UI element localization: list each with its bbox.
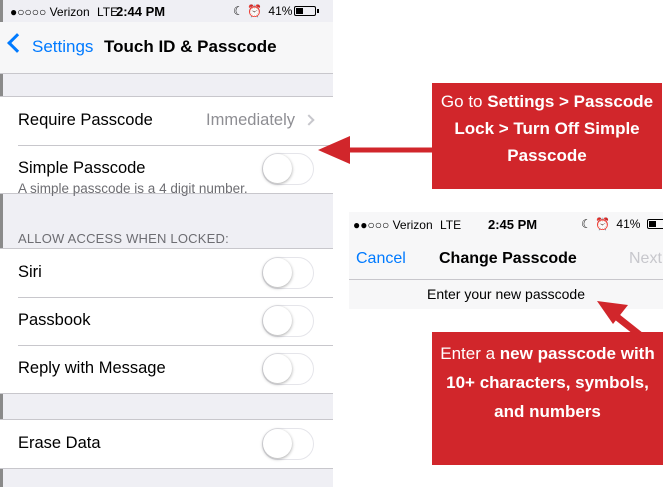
arrow-to-passcode-prompt — [597, 301, 653, 346]
arrow-to-simple-passcode — [318, 136, 432, 164]
callout-arrows — [318, 136, 653, 346]
